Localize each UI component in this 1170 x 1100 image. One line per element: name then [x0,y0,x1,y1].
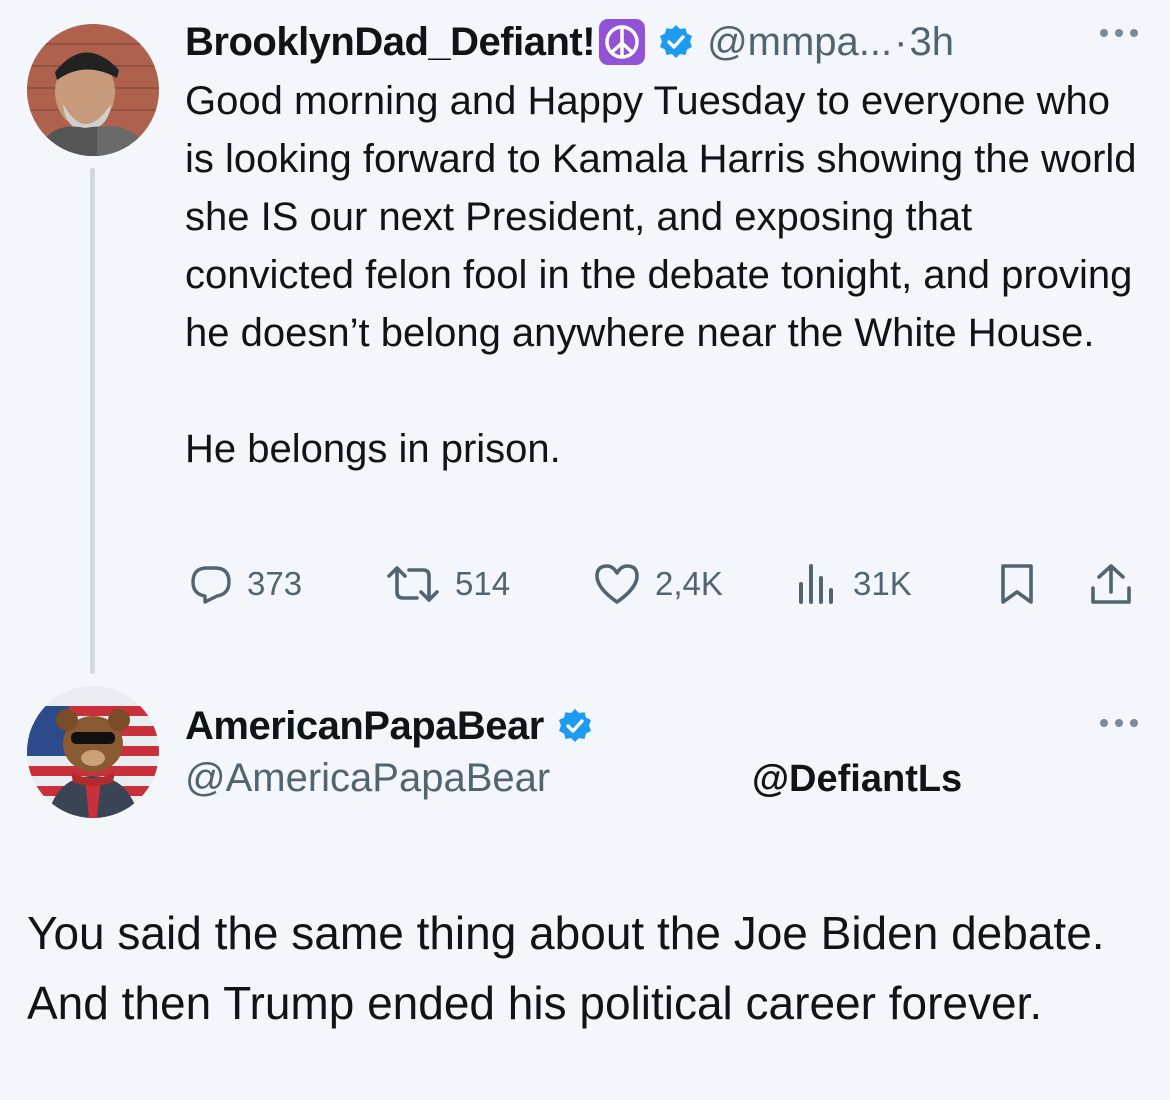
thread-line [90,168,95,674]
time-separator: · [894,19,908,64]
mention-link[interactable]: @DefiantLs [752,758,962,801]
reply-count: 373 [247,565,303,602]
more-options-icon [1100,29,1138,37]
repost-count: 514 [455,565,511,602]
repost-icon [387,566,439,602]
tweet-header: BrooklynDad_Defiant! @mmpa... · 3h [185,14,954,70]
reply-button[interactable]: 373 [189,556,302,612]
reply-body: You said the same thing about the Joe Bi… [27,907,1115,1029]
repost-button[interactable]: 514 [385,556,510,612]
avatar-photo [27,686,159,818]
view-count: 31K [853,565,912,602]
share-button[interactable] [1087,556,1135,612]
display-name[interactable]: BrooklynDad_Defiant! [185,20,596,65]
more-options-button[interactable] [1098,26,1140,40]
author-avatar[interactable] [27,24,159,156]
views-chart-icon [799,564,833,604]
more-options-icon [1100,719,1138,727]
verified-badge-icon [657,23,695,61]
author-handle[interactable]: @mmpa... [707,20,892,65]
post-time[interactable]: 3h [909,20,954,65]
reply-author-avatar[interactable] [27,686,159,818]
share-icon [1091,564,1131,604]
heart-icon [595,564,639,604]
reply-more-options-button[interactable] [1098,716,1140,730]
like-count: 2,4K [655,565,723,602]
reply-icon [191,566,231,604]
verified-badge-icon [556,707,594,745]
reply-author-handle[interactable]: @AmericaPapaBear [185,756,550,801]
reply-display-name[interactable]: AmericanPapaBear [185,704,544,749]
avatar-photo [27,24,159,156]
bookmark-button[interactable] [997,556,1037,612]
tweet-actions: 373 514 2,4K 31K [185,556,1145,612]
reply-header: AmericanPapaBear [185,698,594,754]
like-button[interactable]: 2,4K [593,556,723,612]
peace-symbol-icon [599,19,646,65]
views-button[interactable]: 31K [795,556,912,612]
tweet-body: Good morning and Happy Tuesday to everyo… [185,79,1137,471]
bookmark-icon [1001,564,1033,604]
